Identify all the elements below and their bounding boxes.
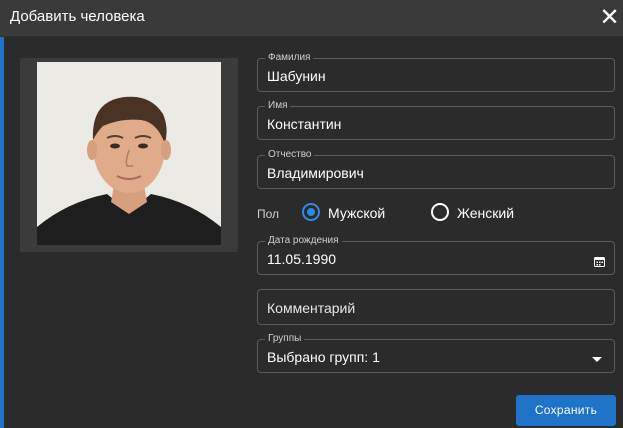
first-name-field[interactable]: Имя Константин (257, 100, 615, 140)
comment-placeholder: Комментарий (267, 300, 356, 316)
window-accent-edge (0, 36, 4, 428)
birth-date-label: Дата рождения (265, 235, 342, 246)
gender-group: Пол Мужской Женский (257, 200, 615, 226)
last-name-label: Фамилия (265, 52, 314, 63)
chevron-down-icon[interactable] (592, 357, 602, 362)
close-icon[interactable]: ✕ (596, 3, 623, 33)
gender-male-radio[interactable] (302, 203, 320, 221)
save-button[interactable]: Сохранить (516, 395, 616, 426)
birth-date-field[interactable]: Дата рождения 11.05.1990 (257, 235, 615, 275)
calendar-icon[interactable] (594, 256, 605, 267)
gender-label: Пол (257, 207, 280, 221)
add-person-dialog: Добавить человека ✕ Фамилия Шабунин Имя … (0, 0, 623, 428)
gender-male-label[interactable]: Мужской (328, 205, 385, 221)
first-name-value: Константин (267, 116, 342, 132)
comment-field[interactable]: Комментарий (257, 289, 615, 325)
gender-female-label[interactable]: Женский (457, 205, 514, 221)
middle-name-label: Отчество (265, 149, 315, 160)
groups-select[interactable]: Группы Выбрано групп: 1 (257, 333, 615, 373)
dialog-title: Добавить человека (10, 8, 145, 25)
person-photo (37, 62, 221, 245)
first-name-label: Имя (265, 100, 291, 111)
birth-date-value: 11.05.1990 (267, 251, 337, 267)
middle-name-field[interactable]: Отчество Владимирович (257, 149, 615, 189)
last-name-value: Шабунин (267, 68, 326, 84)
middle-name-value: Владимирович (267, 165, 364, 181)
title-bar: Добавить человека ✕ (0, 0, 623, 37)
gender-female-radio[interactable] (431, 203, 449, 221)
groups-label: Группы (265, 333, 305, 344)
groups-value: Выбрано групп: 1 (267, 349, 380, 365)
last-name-field[interactable]: Фамилия Шабунин (257, 52, 615, 92)
